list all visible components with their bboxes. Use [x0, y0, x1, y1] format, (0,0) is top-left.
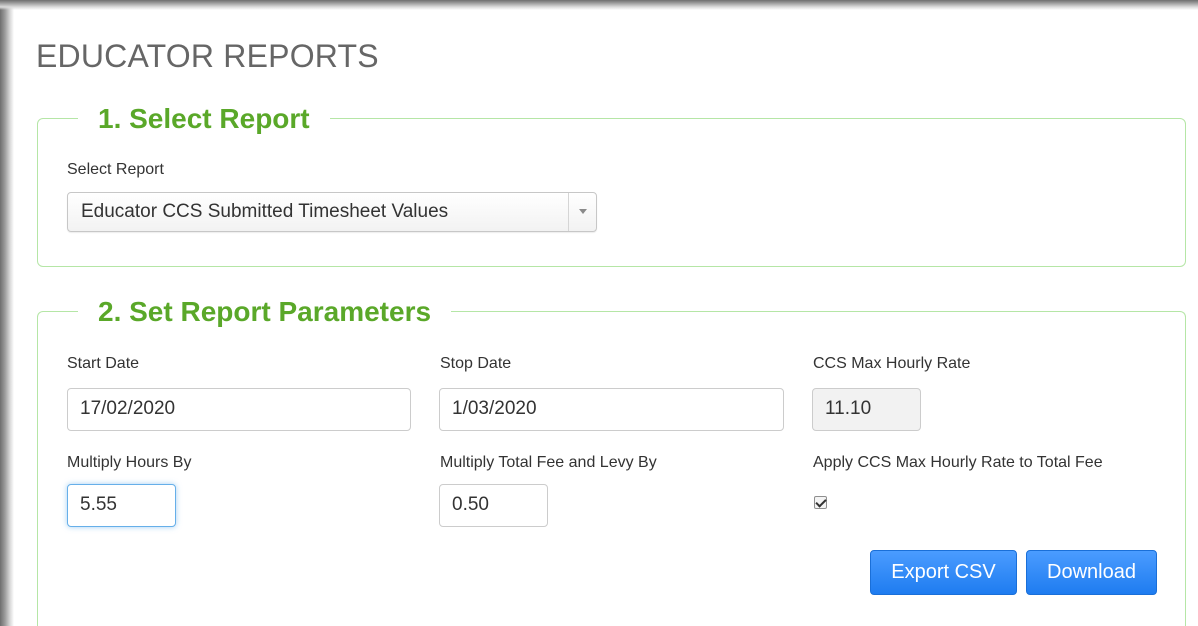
select-report-legend: 1. Select Report: [78, 102, 330, 136]
stop-date-input[interactable]: 1/03/2020: [439, 388, 784, 431]
multiply-hours-label: Multiply Hours By: [67, 454, 192, 471]
download-button[interactable]: Download: [1026, 550, 1157, 595]
report-parameters-legend: 2. Set Report Parameters: [78, 295, 452, 329]
select-report-label: Select Report: [67, 161, 164, 178]
start-date-label: Start Date: [67, 355, 140, 372]
report-select-value: Educator CCS Submitted Timesheet Values: [81, 201, 449, 222]
chevron-down-icon: [579, 209, 587, 214]
window-shadow-left: [0, 0, 14, 626]
multiply-hours-input[interactable]: 5.55: [67, 484, 176, 527]
apply-rate-checkbox[interactable]: [814, 496, 827, 509]
page-title: EDUCATOR REPORTS: [36, 38, 379, 74]
export-csv-button[interactable]: Export CSV: [870, 550, 1017, 595]
start-date-input[interactable]: 17/02/2020: [67, 388, 411, 431]
ccs-max-hourly-rate-field: 11.10: [812, 388, 921, 431]
window-shadow-top: [0, 0, 1198, 10]
report-select[interactable]: Educator CCS Submitted Timesheet Values: [67, 192, 597, 232]
ccs-max-hourly-rate-label: CCS Max Hourly Rate: [813, 355, 971, 372]
multiply-fee-label: Multiply Total Fee and Levy By: [440, 454, 657, 471]
stop-date-label: Stop Date: [440, 355, 512, 372]
report-page: EDUCATOR REPORTS 1. Select Report Select…: [0, 0, 1198, 626]
report-select-toggle[interactable]: [568, 193, 596, 231]
multiply-fee-input[interactable]: 0.50: [439, 484, 548, 527]
apply-rate-label: Apply CCS Max Hourly Rate to Total Fee: [813, 454, 1103, 471]
